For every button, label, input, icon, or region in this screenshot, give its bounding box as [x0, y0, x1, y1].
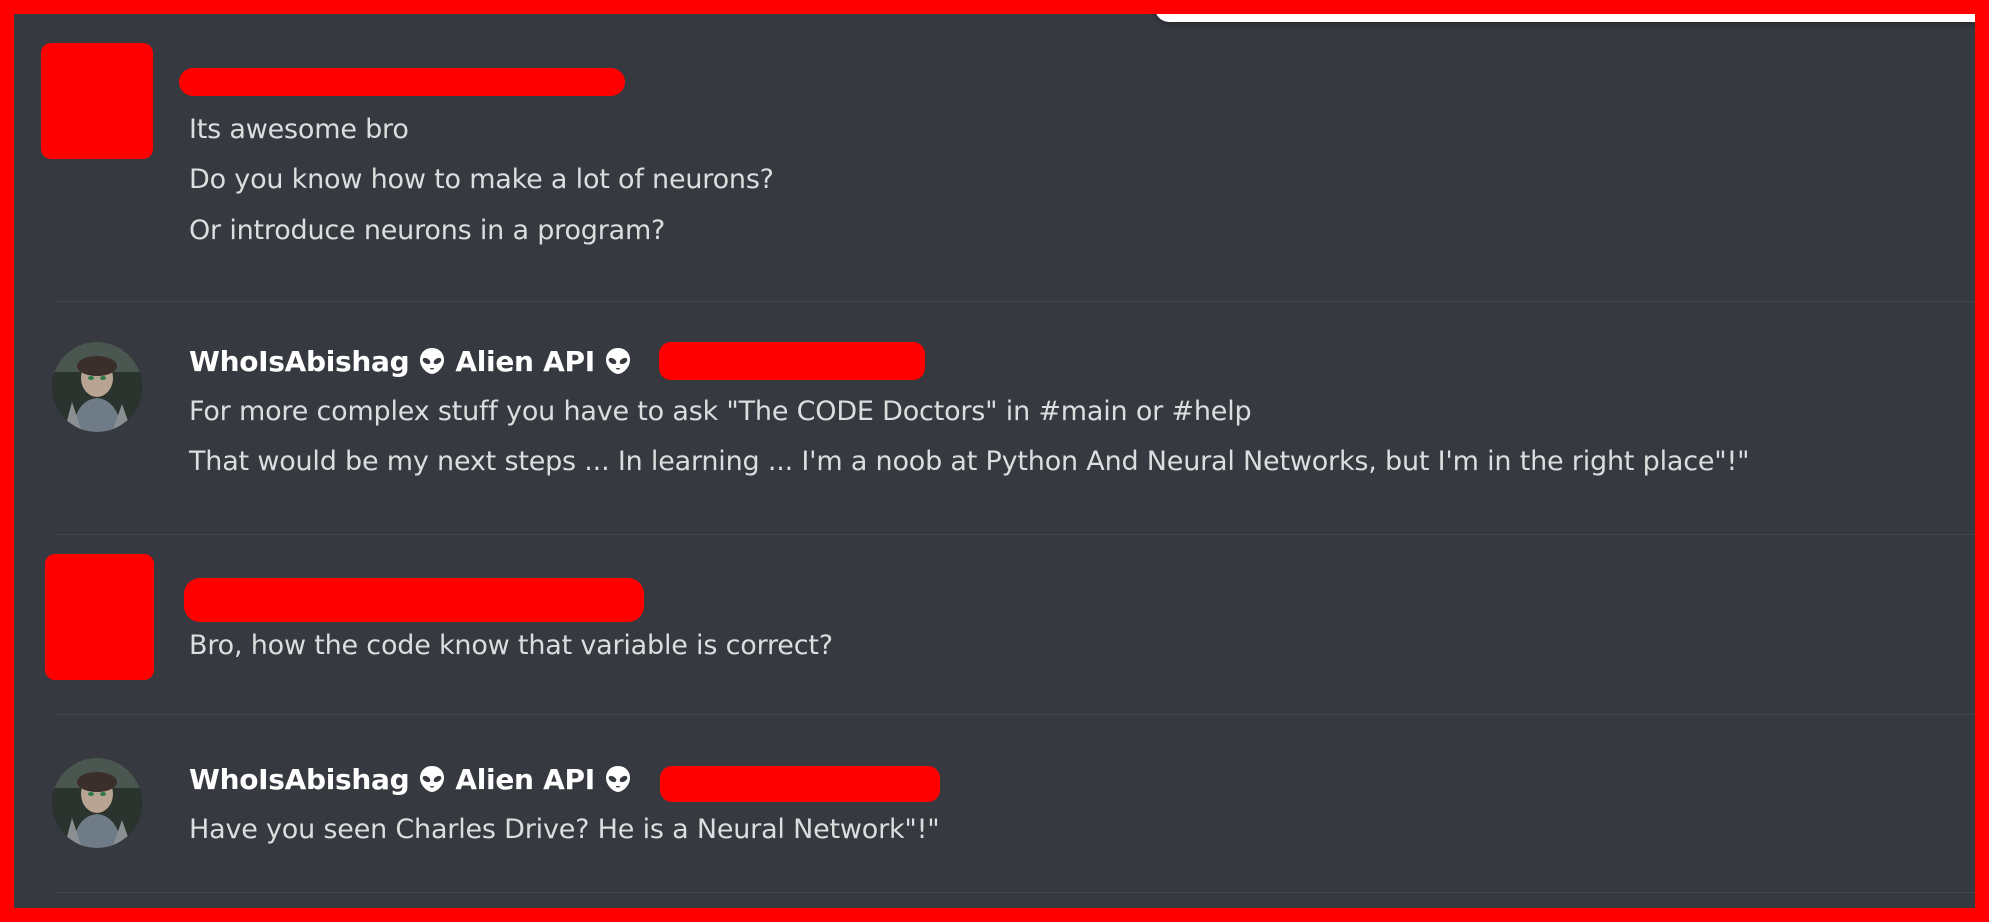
avatar[interactable] [52, 758, 142, 848]
timestamp-redacted [659, 342, 925, 380]
username-redacted[interactable] [179, 68, 625, 96]
message-text: Do you know how to make a lot of neurons… [189, 164, 774, 195]
message-divider [54, 714, 1975, 715]
message-text: Its awesome bro [189, 114, 409, 145]
username[interactable]: WhoIsAbishag [189, 345, 410, 378]
message-divider [54, 534, 1975, 535]
message-text: Bro, how the code know that variable is … [189, 630, 833, 661]
avatar-redacted[interactable] [45, 554, 154, 680]
message-text: Or introduce neurons in a program? [189, 215, 666, 246]
message-divider [54, 892, 1975, 893]
alien-emoji-icon [605, 766, 630, 792]
avatar[interactable] [52, 342, 142, 432]
message-text: That would be my next steps ... In learn… [189, 446, 1750, 477]
alien-emoji-icon [605, 348, 630, 374]
message-text: For more complex stuff you have to ask "… [189, 396, 1252, 427]
alien-emoji-icon [420, 766, 445, 792]
avatar-redacted[interactable] [41, 43, 153, 159]
user-tag: Alien API [455, 762, 595, 796]
message-divider [54, 301, 1975, 302]
username[interactable]: WhoIsAbishag [189, 763, 410, 796]
alien-emoji-icon [420, 348, 445, 374]
username-redacted[interactable] [184, 578, 644, 622]
avatar-image [52, 758, 142, 848]
message-header: WhoIsAbishag Alien API [189, 759, 641, 799]
timestamp-redacted [660, 766, 940, 802]
avatar-image [52, 342, 142, 432]
overlay-panel-edge [1155, 14, 1975, 22]
message-text: Have you seen Charles Drive? He is a Neu… [189, 814, 940, 845]
user-tag: Alien API [455, 344, 595, 378]
chat-message-list: Its awesome bro Do you know how to make … [14, 14, 1975, 908]
message-header: WhoIsAbishag Alien API [189, 341, 641, 381]
